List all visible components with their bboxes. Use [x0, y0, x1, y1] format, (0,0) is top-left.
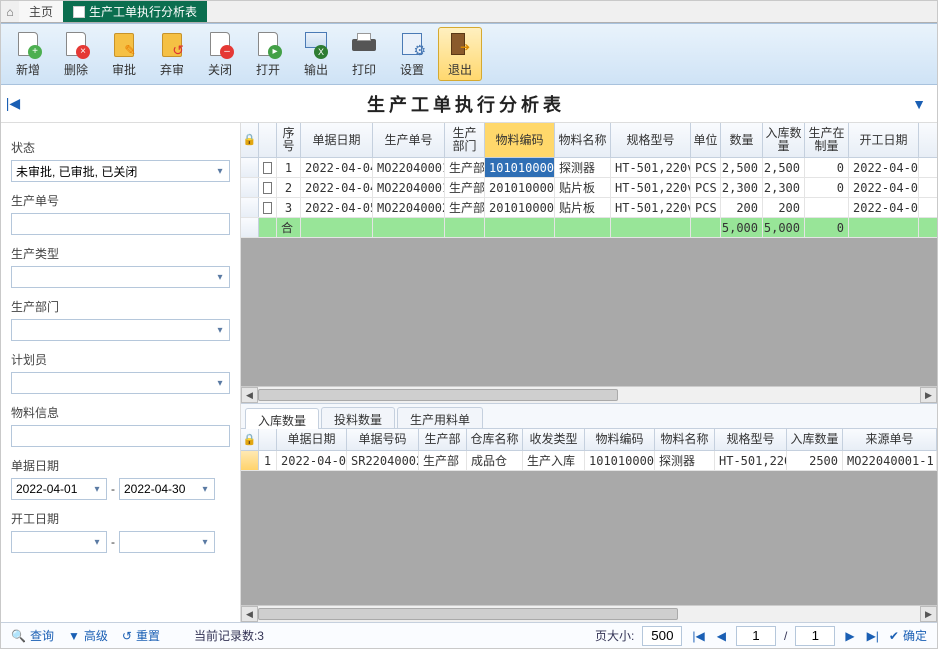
tab-bom[interactable]: 生产用料单 [397, 407, 483, 428]
chevron-down-icon[interactable]: ▾ [211, 267, 229, 287]
page-size-input[interactable] [642, 626, 682, 646]
table-row[interactable]: 32022-04-05MO22040002生产部2010100001贴片板HT-… [241, 198, 937, 218]
row-checkbox[interactable] [263, 162, 272, 174]
chevron-down-icon[interactable]: ▾ [211, 320, 229, 340]
search-button[interactable]: 🔍查询 [11, 627, 54, 644]
prev-page-button[interactable]: ◀ [715, 629, 728, 643]
prod-order-label: 生产单号 [11, 192, 230, 209]
chevron-down-icon[interactable]: ▾ [211, 373, 229, 393]
funnel-icon: ▼ [68, 629, 80, 643]
prod-type-label: 生产类型 [11, 245, 230, 262]
planner-label: 计划员 [11, 351, 230, 368]
prod-dept-label: 生产部门 [11, 298, 230, 315]
exit-icon: ➔ [446, 31, 474, 59]
undo-icon: ↺ [122, 629, 132, 643]
tab-analysis[interactable]: 生产工单执行分析表 [63, 1, 207, 22]
search-icon: 🔍 [11, 629, 26, 643]
chevron-down-icon[interactable]: ▾ [211, 161, 229, 181]
lock-icon: 🔒 [243, 434, 257, 446]
filter-panel: 状态 ▾ 生产单号 生产类型 ▾ 生产部门 ▾ 计划员 ▾ 物料信息 单据日期 … [1, 123, 241, 622]
settings-icon: ⚙ [398, 31, 426, 59]
grid-icon [73, 6, 85, 18]
col-material-code[interactable]: 物料编码 [485, 123, 555, 157]
main-grid-header: 🔒 序号 单据日期 生产单号 生产部门 物料编码 物料名称 规格型号 单位 数量… [241, 123, 937, 158]
tab-home[interactable]: 主页 [19, 1, 63, 22]
status-combo[interactable] [11, 160, 230, 182]
export-button[interactable]: X输出 [294, 27, 338, 81]
row-checkbox[interactable] [263, 182, 272, 194]
page-open-icon: ▸ [254, 31, 282, 59]
first-page-button[interactable]: |◀ [690, 629, 706, 643]
material-label: 物料信息 [11, 404, 230, 421]
table-total-row: 合5,0005,0000 [241, 218, 937, 238]
printer-icon [350, 31, 378, 59]
doc-date-label: 单据日期 [11, 457, 230, 474]
chevron-down-icon[interactable]: ▾ [88, 479, 106, 499]
page-delete-icon: × [62, 31, 90, 59]
prod-order-input[interactable] [11, 213, 230, 235]
print-button[interactable]: 打印 [342, 27, 386, 81]
table-row[interactable]: 22022-04-04MO22040001生产部2010100001贴片板HT-… [241, 178, 937, 198]
table-row[interactable]: 12022-04-04MO22040001生产部1010100001探测器HT-… [241, 158, 937, 178]
page-add-icon: + [14, 31, 42, 59]
export-icon: X [302, 31, 330, 59]
delete-button[interactable]: ×删除 [54, 27, 98, 81]
chevron-down-icon[interactable]: ▾ [196, 479, 214, 499]
clipboard-check-icon: ✎ [110, 31, 138, 59]
page-current-input[interactable] [736, 626, 776, 646]
prod-type-combo[interactable] [11, 266, 230, 288]
pager: 页大小: |◀ ◀ / ▶ ▶| ✔确定 [595, 626, 927, 646]
tab-issue-qty[interactable]: 投料数量 [321, 407, 395, 428]
detail-tabs: 入库数量 投料数量 生产用料单 [241, 403, 937, 429]
prod-dept-combo[interactable] [11, 319, 230, 341]
confirm-button[interactable]: ✔确定 [889, 627, 927, 644]
page-size-label: 页大小: [595, 627, 634, 644]
page-close-icon: – [206, 31, 234, 59]
first-page-icon[interactable]: |◀ [1, 95, 25, 112]
status-label: 状态 [11, 139, 230, 156]
record-count: 当前记录数:3 [194, 627, 264, 644]
reset-button[interactable]: ↺重置 [122, 627, 160, 644]
close-button[interactable]: –关闭 [198, 27, 242, 81]
scroll-left-icon[interactable]: ◀ [241, 387, 258, 403]
clipboard-undo-icon: ↺ [158, 31, 186, 59]
tab-inbound-qty[interactable]: 入库数量 [245, 408, 319, 429]
last-page-button[interactable]: ▶| [865, 629, 881, 643]
sub-grid-header: 🔒 单据日期 单据号码 生产部 仓库名称 收发类型 物料编码 物料名称 规格型号… [241, 429, 937, 451]
lock-icon: 🔒 [243, 134, 257, 146]
advanced-button[interactable]: ▼高级 [68, 627, 108, 644]
open-button[interactable]: ▸打开 [246, 27, 290, 81]
add-button[interactable]: +新增 [6, 27, 50, 81]
collapse-icon[interactable]: ▼ [907, 96, 931, 112]
settings-button[interactable]: ⚙设置 [390, 27, 434, 81]
table-row[interactable]: 12022-04-04SR22040002生产部成品仓生产入库101010000… [241, 451, 937, 471]
check-icon: ✔ [889, 629, 899, 643]
sub-grid-hscroll[interactable]: ◀ ▶ [241, 605, 937, 622]
scroll-left-icon[interactable]: ◀ [241, 606, 258, 622]
material-input[interactable] [11, 425, 230, 447]
scroll-right-icon[interactable]: ▶ [920, 606, 937, 622]
approve-button[interactable]: ✎审批 [102, 27, 146, 81]
start-date-label: 开工日期 [11, 510, 230, 527]
next-page-button[interactable]: ▶ [843, 629, 856, 643]
planner-combo[interactable] [11, 372, 230, 394]
main-grid-hscroll[interactable]: ◀ ▶ [241, 386, 937, 403]
unapprove-button[interactable]: ↺弃审 [150, 27, 194, 81]
chevron-down-icon[interactable]: ▾ [196, 532, 214, 552]
home-icon[interactable]: ⌂ [1, 1, 19, 22]
toolbar: +新增 ×删除 ✎审批 ↺弃审 –关闭 ▸打开 X输出 打印 ⚙设置 ➔退出 [1, 23, 937, 85]
row-checkbox[interactable] [263, 202, 272, 214]
exit-button[interactable]: ➔退出 [438, 27, 482, 81]
page-title: 生产工单执行分析表 [25, 91, 907, 117]
scroll-right-icon[interactable]: ▶ [920, 387, 937, 403]
page-total [795, 626, 835, 646]
chevron-down-icon[interactable]: ▾ [88, 532, 106, 552]
